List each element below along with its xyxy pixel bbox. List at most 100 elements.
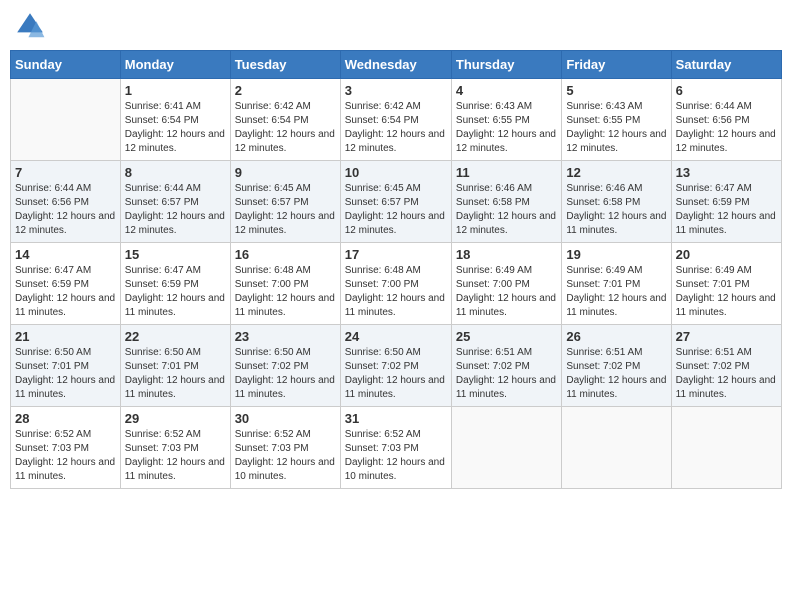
- day-number: 22: [125, 329, 226, 344]
- calendar-cell: 2 Sunrise: 6:42 AM Sunset: 6:54 PM Daylig…: [230, 79, 340, 161]
- calendar-cell: 30 Sunrise: 6:52 AM Sunset: 7:03 PM Dayli…: [230, 407, 340, 489]
- day-number: 15: [125, 247, 226, 262]
- day-number: 10: [345, 165, 447, 180]
- day-number: 1: [125, 83, 226, 98]
- calendar-cell: 27 Sunrise: 6:51 AM Sunset: 7:02 PM Dayli…: [671, 325, 781, 407]
- day-number: 25: [456, 329, 557, 344]
- calendar-cell: 16 Sunrise: 6:48 AM Sunset: 7:00 PM Dayli…: [230, 243, 340, 325]
- day-info: Sunrise: 6:50 AM Sunset: 7:02 PM Dayligh…: [345, 346, 447, 402]
- day-number: 12: [566, 165, 666, 180]
- calendar-cell: 19 Sunrise: 6:49 AM Sunset: 7:01 PM Dayli…: [562, 243, 671, 325]
- day-number: 24: [345, 329, 447, 344]
- day-number: 2: [235, 83, 336, 98]
- calendar-cell: [671, 407, 781, 489]
- day-info: Sunrise: 6:50 AM Sunset: 7:01 PM Dayligh…: [125, 346, 226, 402]
- calendar-cell: 11 Sunrise: 6:46 AM Sunset: 6:58 PM Dayli…: [451, 161, 561, 243]
- calendar-cell: 15 Sunrise: 6:47 AM Sunset: 6:59 PM Dayli…: [120, 243, 230, 325]
- calendar-week-row: 21Sunrise: 6:50 AM Sunset: 7:01 PM Dayli…: [11, 325, 782, 407]
- day-number: 26: [566, 329, 666, 344]
- weekday-header: Monday: [120, 51, 230, 79]
- calendar-cell: [451, 407, 561, 489]
- day-number: 14: [15, 247, 116, 262]
- calendar-cell: 21Sunrise: 6:50 AM Sunset: 7:01 PM Dayli…: [11, 325, 121, 407]
- day-info: Sunrise: 6:52 AM Sunset: 7:03 PM Dayligh…: [345, 428, 447, 484]
- day-info: Sunrise: 6:49 AM Sunset: 7:01 PM Dayligh…: [676, 264, 777, 320]
- weekday-header: Tuesday: [230, 51, 340, 79]
- day-info: Sunrise: 6:49 AM Sunset: 7:01 PM Dayligh…: [566, 264, 666, 320]
- day-number: 19: [566, 247, 666, 262]
- day-info: Sunrise: 6:47 AM Sunset: 6:59 PM Dayligh…: [125, 264, 226, 320]
- calendar-cell: 22 Sunrise: 6:50 AM Sunset: 7:01 PM Dayli…: [120, 325, 230, 407]
- calendar-cell: 17 Sunrise: 6:48 AM Sunset: 7:00 PM Dayli…: [340, 243, 451, 325]
- day-number: 31: [345, 411, 447, 426]
- calendar-cell: 4 Sunrise: 6:43 AM Sunset: 6:55 PM Daylig…: [451, 79, 561, 161]
- calendar-cell: [11, 79, 121, 161]
- day-info: Sunrise: 6:50 AM Sunset: 7:02 PM Dayligh…: [235, 346, 336, 402]
- day-number: 4: [456, 83, 557, 98]
- weekday-header: Friday: [562, 51, 671, 79]
- calendar-cell: 10 Sunrise: 6:45 AM Sunset: 6:57 PM Dayli…: [340, 161, 451, 243]
- calendar-cell: 28 Sunrise: 6:52 AM Sunset: 7:03 PM Dayli…: [11, 407, 121, 489]
- day-number: 17: [345, 247, 447, 262]
- calendar-cell: 20 Sunrise: 6:49 AM Sunset: 7:01 PM Dayli…: [671, 243, 781, 325]
- day-info: Sunrise: 6:52 AM Sunset: 7:03 PM Dayligh…: [125, 428, 226, 484]
- day-info: Sunrise: 6:51 AM Sunset: 7:02 PM Dayligh…: [566, 346, 666, 402]
- weekday-header: Wednesday: [340, 51, 451, 79]
- page-header: [10, 10, 782, 42]
- day-number: 27: [676, 329, 777, 344]
- day-info: Sunrise: 6:43 AM Sunset: 6:55 PM Dayligh…: [456, 100, 557, 156]
- day-info: Sunrise: 6:45 AM Sunset: 6:57 PM Dayligh…: [345, 182, 447, 238]
- calendar-cell: 5Sunrise: 6:43 AM Sunset: 6:55 PM Daylig…: [562, 79, 671, 161]
- day-number: 29: [125, 411, 226, 426]
- calendar-cell: [562, 407, 671, 489]
- day-number: 8: [125, 165, 226, 180]
- day-number: 3: [345, 83, 447, 98]
- day-info: Sunrise: 6:42 AM Sunset: 6:54 PM Dayligh…: [345, 100, 447, 156]
- day-info: Sunrise: 6:48 AM Sunset: 7:00 PM Dayligh…: [345, 264, 447, 320]
- calendar-cell: 3 Sunrise: 6:42 AM Sunset: 6:54 PM Daylig…: [340, 79, 451, 161]
- calendar-cell: 14 Sunrise: 6:47 AM Sunset: 6:59 PM Dayli…: [11, 243, 121, 325]
- calendar-week-row: 7Sunrise: 6:44 AM Sunset: 6:56 PM Daylig…: [11, 161, 782, 243]
- day-number: 23: [235, 329, 336, 344]
- logo-icon: [14, 10, 46, 42]
- day-number: 20: [676, 247, 777, 262]
- day-info: Sunrise: 6:44 AM Sunset: 6:56 PM Dayligh…: [15, 182, 116, 238]
- day-info: Sunrise: 6:52 AM Sunset: 7:03 PM Dayligh…: [15, 428, 116, 484]
- calendar-cell: 1Sunrise: 6:41 AM Sunset: 6:54 PM Daylig…: [120, 79, 230, 161]
- calendar-header-row: SundayMondayTuesdayWednesdayThursdayFrid…: [11, 51, 782, 79]
- calendar-cell: 12 Sunrise: 6:46 AM Sunset: 6:58 PM Dayli…: [562, 161, 671, 243]
- day-info: Sunrise: 6:51 AM Sunset: 7:02 PM Dayligh…: [676, 346, 777, 402]
- day-number: 5: [566, 83, 666, 98]
- calendar-cell: 6 Sunrise: 6:44 AM Sunset: 6:56 PM Daylig…: [671, 79, 781, 161]
- calendar-week-row: 1Sunrise: 6:41 AM Sunset: 6:54 PM Daylig…: [11, 79, 782, 161]
- day-number: 28: [15, 411, 116, 426]
- day-info: Sunrise: 6:45 AM Sunset: 6:57 PM Dayligh…: [235, 182, 336, 238]
- weekday-header: Thursday: [451, 51, 561, 79]
- calendar-cell: 31 Sunrise: 6:52 AM Sunset: 7:03 PM Dayli…: [340, 407, 451, 489]
- day-info: Sunrise: 6:47 AM Sunset: 6:59 PM Dayligh…: [15, 264, 116, 320]
- calendar-cell: 29 Sunrise: 6:52 AM Sunset: 7:03 PM Dayli…: [120, 407, 230, 489]
- calendar-week-row: 28 Sunrise: 6:52 AM Sunset: 7:03 PM Dayli…: [11, 407, 782, 489]
- day-number: 11: [456, 165, 557, 180]
- calendar-week-row: 14 Sunrise: 6:47 AM Sunset: 6:59 PM Dayli…: [11, 243, 782, 325]
- calendar-cell: 18Sunrise: 6:49 AM Sunset: 7:00 PM Dayli…: [451, 243, 561, 325]
- day-info: Sunrise: 6:44 AM Sunset: 6:56 PM Dayligh…: [676, 100, 777, 156]
- day-number: 9: [235, 165, 336, 180]
- day-info: Sunrise: 6:52 AM Sunset: 7:03 PM Dayligh…: [235, 428, 336, 484]
- calendar-cell: 26 Sunrise: 6:51 AM Sunset: 7:02 PM Dayli…: [562, 325, 671, 407]
- day-number: 30: [235, 411, 336, 426]
- logo: [14, 10, 48, 42]
- day-info: Sunrise: 6:42 AM Sunset: 6:54 PM Dayligh…: [235, 100, 336, 156]
- day-info: Sunrise: 6:46 AM Sunset: 6:58 PM Dayligh…: [566, 182, 666, 238]
- day-info: Sunrise: 6:47 AM Sunset: 6:59 PM Dayligh…: [676, 182, 777, 238]
- day-info: Sunrise: 6:46 AM Sunset: 6:58 PM Dayligh…: [456, 182, 557, 238]
- weekday-header: Saturday: [671, 51, 781, 79]
- day-number: 16: [235, 247, 336, 262]
- day-info: Sunrise: 6:50 AM Sunset: 7:01 PM Dayligh…: [15, 346, 116, 402]
- calendar-table: SundayMondayTuesdayWednesdayThursdayFrid…: [10, 50, 782, 489]
- day-number: 6: [676, 83, 777, 98]
- calendar-cell: 7Sunrise: 6:44 AM Sunset: 6:56 PM Daylig…: [11, 161, 121, 243]
- day-info: Sunrise: 6:51 AM Sunset: 7:02 PM Dayligh…: [456, 346, 557, 402]
- day-info: Sunrise: 6:48 AM Sunset: 7:00 PM Dayligh…: [235, 264, 336, 320]
- calendar-cell: 23 Sunrise: 6:50 AM Sunset: 7:02 PM Dayli…: [230, 325, 340, 407]
